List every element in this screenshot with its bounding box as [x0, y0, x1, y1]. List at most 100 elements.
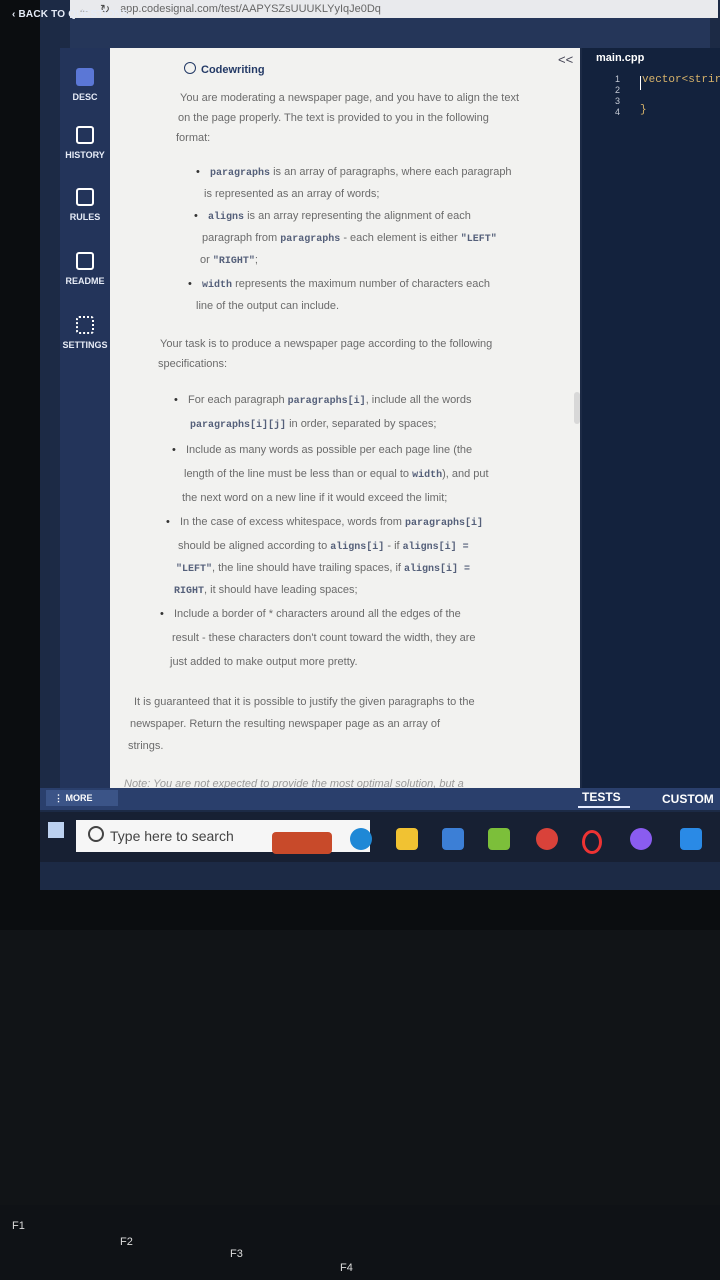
key-f4[interactable]: F4 — [340, 1262, 353, 1274]
info-icon — [184, 62, 196, 74]
spec-bullet-3-cont: should be aligned according to aligns[i]… — [178, 536, 469, 558]
task-line-1: Your task is to produce a newspaper page… — [160, 338, 493, 350]
sidebar-item-desc[interactable]: DESC — [60, 68, 110, 102]
format-bullet-aligns-cont2: or "RIGHT"; — [200, 250, 258, 272]
spec-bullet-3: In the case of excess whitespace, words … — [166, 512, 484, 534]
sidebar-item-label: RULES — [69, 212, 101, 222]
code-token: paragraphs — [280, 234, 341, 245]
spec-bullet-2-cont2: the next word on a new line if it would … — [182, 492, 448, 504]
panel-resize-handle[interactable] — [574, 392, 580, 424]
sidebar-item-rules[interactable]: RULES — [60, 188, 110, 222]
document-icon — [76, 68, 94, 86]
bullet-text: paragraph from — [202, 232, 281, 244]
guarantee-line-3: strings. — [128, 740, 164, 752]
code-token: width — [202, 280, 233, 291]
search-icon — [88, 826, 104, 842]
intro-line-1: You are moderating a newspaper page, and… — [180, 92, 520, 104]
sidebar-item-readme[interactable]: README — [60, 252, 110, 286]
bullet-text: For each paragraph — [188, 394, 288, 406]
code-token: paragraphs[i] — [405, 518, 484, 529]
bullet-text: , it should have leading spaces; — [204, 584, 358, 596]
bullet-text: ; — [254, 254, 258, 266]
code-token: paragraphs[i][j] — [190, 420, 287, 431]
sidebar-item-history[interactable]: HISTORY — [60, 126, 110, 160]
spec-bullet-2: Include as many words as possible per ea… — [172, 440, 472, 461]
vscode-icon[interactable] — [680, 828, 702, 850]
collapse-panel-button[interactable]: << — [558, 52, 573, 67]
back-to-questions-label: BACK TO QUESTIONS — [18, 9, 129, 20]
code-token: RIGHT — [174, 586, 205, 597]
sidebar-item-label: README — [65, 276, 105, 286]
torrent-icon[interactable] — [488, 828, 510, 850]
bullet-text: is an array of paragraphs, where each pa… — [270, 166, 512, 178]
windows-start-icon[interactable] — [48, 822, 64, 838]
bullet-text: should be aligned according to — [178, 540, 331, 552]
sidebar-item-settings[interactable]: SETTINGS — [60, 316, 110, 350]
sidebar-item-label: HISTORY — [65, 150, 105, 160]
guarantee-line-1: It is guaranteed that it is possible to … — [134, 696, 475, 708]
spec-bullet-3-cont3: RIGHT, it should have leading spaces; — [174, 580, 358, 602]
bullet-text: length of the line must be less than or … — [184, 468, 413, 480]
spec-bullet-2-cont: length of the line must be less than or … — [184, 464, 489, 486]
spec-bullet-3-cont2: "LEFT", the line should have trailing sp… — [176, 558, 470, 580]
mail-icon[interactable] — [442, 828, 464, 850]
code-token: aligns[i] = — [402, 542, 469, 553]
active-tab-indicator — [578, 806, 630, 808]
file-tab-main-cpp[interactable]: main.cpp — [596, 52, 644, 64]
rules-icon — [76, 188, 94, 206]
line-number: 3 — [614, 96, 620, 106]
key-f2[interactable]: F2 — [120, 1236, 133, 1248]
format-bullet-paragraphs: paragraphs is an array of paragraphs, wh… — [196, 162, 512, 184]
guarantee-line-2: newspaper. Return the resulting newspape… — [130, 718, 441, 730]
intro-line-3: format: — [176, 132, 211, 144]
code-token: width — [412, 470, 443, 481]
line-number: 4 — [614, 107, 620, 117]
clock-icon — [76, 126, 94, 144]
format-bullet-aligns: aligns is an array representing the alig… — [194, 206, 471, 228]
spec-bullet-4: Include a border of * characters around … — [160, 604, 461, 625]
tests-tab[interactable]: TESTS — [582, 790, 621, 804]
bullet-text: - each element is either — [340, 232, 461, 244]
code-token: paragraphs[i] — [287, 396, 366, 407]
intro-line-2: on the page properly. The text is provid… — [178, 112, 489, 124]
format-bullet-paragraphs-cont: is represented as an array of words; — [204, 188, 380, 200]
line-number: 1 — [614, 74, 620, 84]
code-token: aligns — [208, 212, 245, 223]
top-bar — [70, 18, 710, 48]
format-bullet-width: width represents the maximum number of c… — [188, 274, 491, 296]
text-cursor — [640, 76, 641, 90]
more-button[interactable]: ⋮ MORE — [46, 790, 118, 806]
back-to-questions-button[interactable]: ‹ BACK TO QUESTIONS — [12, 9, 129, 20]
opera-icon[interactable] — [582, 830, 602, 854]
tor-browser-icon[interactable] — [630, 828, 652, 850]
line-number: 2 — [614, 85, 620, 95]
bullet-text: represents the maximum number of charact… — [232, 278, 491, 290]
bullet-text: - if — [384, 540, 403, 552]
format-bullet-aligns-cont: paragraph from paragraphs - each element… — [202, 228, 497, 250]
file-explorer-icon[interactable] — [396, 828, 418, 850]
sidebar-item-label: SETTINGS — [62, 340, 108, 350]
address-bar[interactable]: app.codesignal.com/test/AAPYSZsUUUKLYyIq… — [120, 3, 381, 15]
custom-tests-tab[interactable]: CUSTOM — [662, 792, 714, 806]
task-title: Codewriting — [184, 62, 265, 76]
chrome-icon[interactable] — [536, 828, 558, 850]
code-editor[interactable] — [582, 48, 720, 788]
code-token: aligns[i] — [330, 542, 385, 553]
sidebar-item-label: DESC — [72, 92, 98, 102]
bullet-text: In the case of excess whitespace, words … — [180, 516, 405, 528]
code-line-1[interactable]: vector<strir — [642, 74, 720, 86]
key-f1[interactable]: F1 — [12, 1220, 25, 1232]
code-token: "LEFT" — [176, 564, 213, 575]
code-token: paragraphs — [210, 168, 271, 179]
code-token: aligns[i] = — [404, 564, 471, 575]
line-number-gutter: 1 2 3 4 — [610, 74, 620, 118]
bullet-text: , the line should have trailing spaces, … — [212, 562, 405, 574]
format-bullet-width-cont: line of the output can include. — [196, 300, 340, 312]
task-title-text: Codewriting — [201, 64, 265, 76]
code-line-3[interactable]: } — [640, 104, 647, 116]
bullet-text: , include all the words — [365, 394, 472, 406]
key-f3[interactable]: F3 — [230, 1248, 243, 1260]
edge-browser-icon[interactable] — [350, 828, 372, 850]
function-key-row — [0, 1205, 720, 1280]
sidebar: DESC HISTORY RULES README SETTINGS — [60, 48, 110, 788]
